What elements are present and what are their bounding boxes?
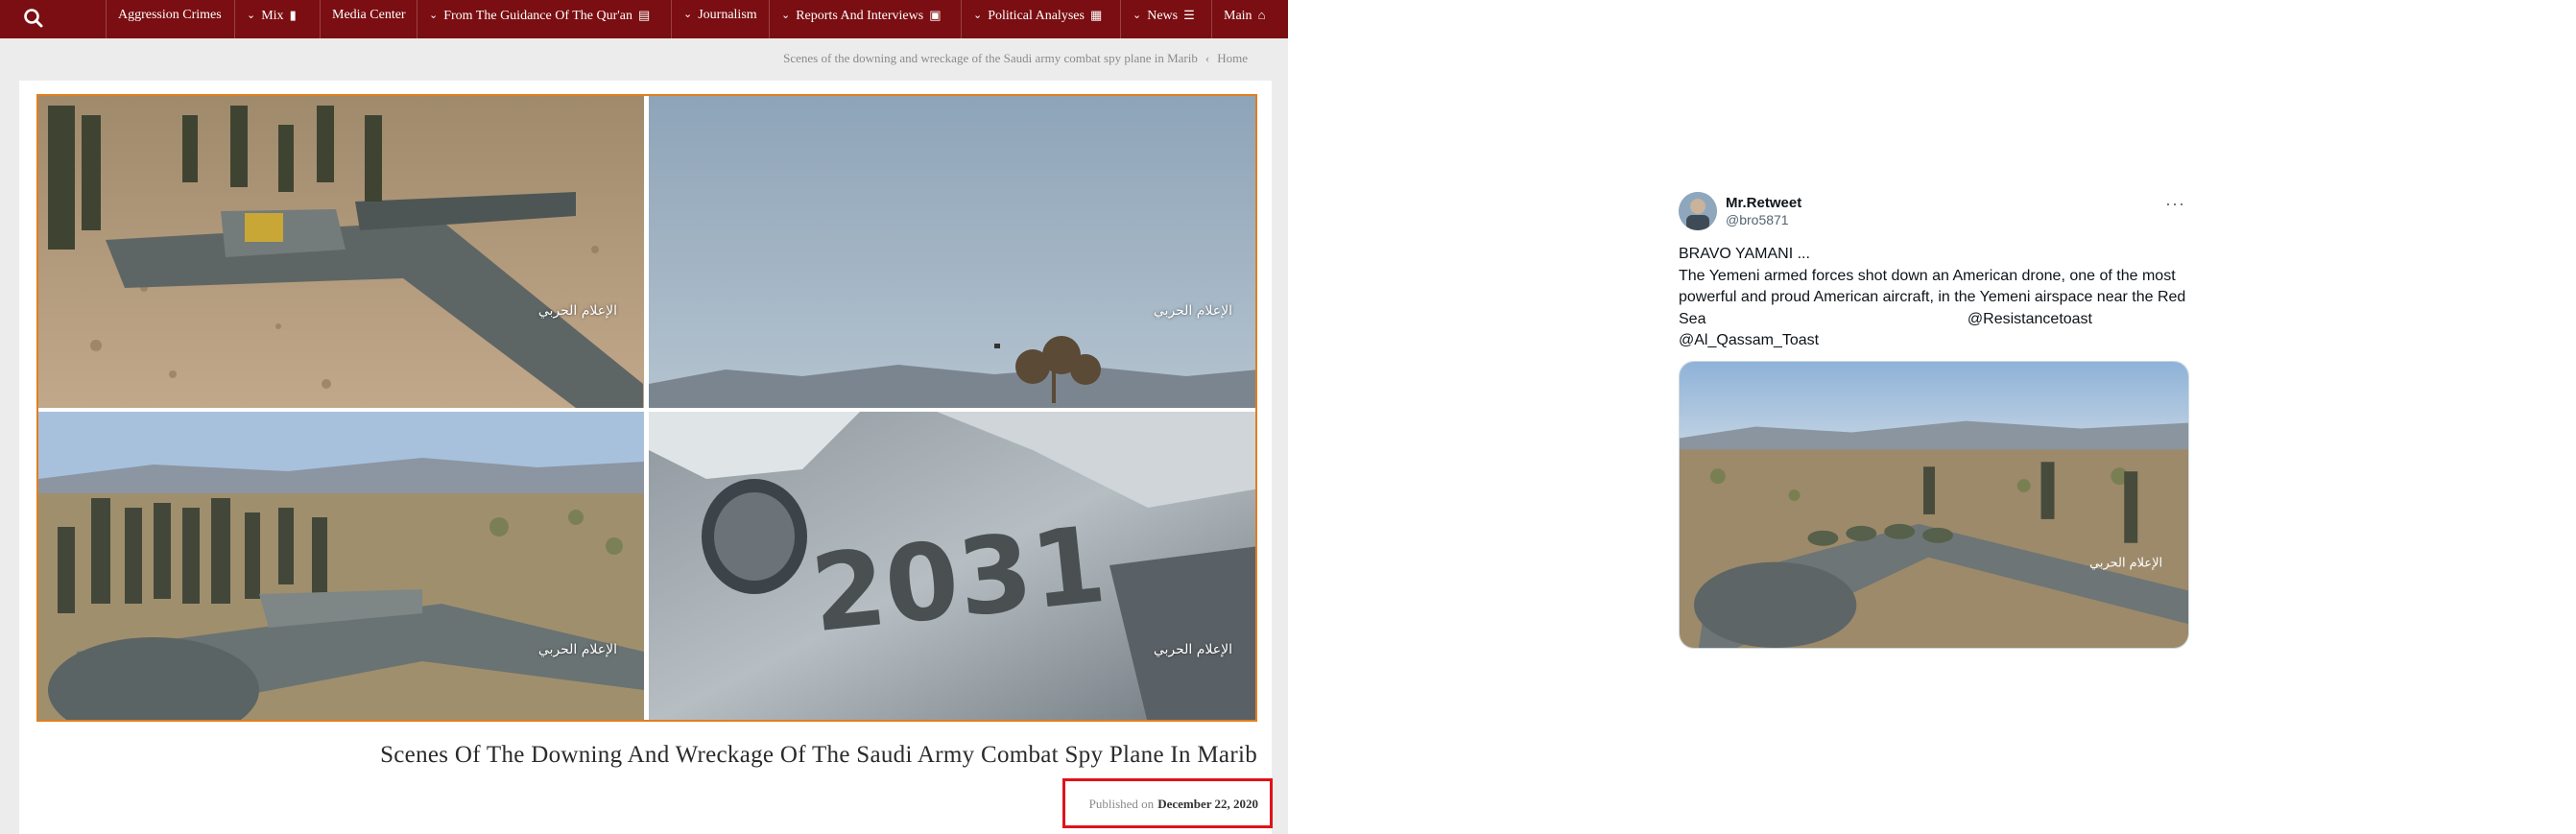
photo-watermark: الإعلام الحربي [537,303,617,319]
breadcrumb-separator: ‹ [1205,51,1210,65]
tweet-text-line: The Yemeni armed forces shot down an Ame… [1679,266,2189,331]
nav-item-reports-interviews[interactable]: ⌄ Reports And Interviews ▣ [769,0,953,38]
photo-wreckage-desert: الإعلام الحربي [38,96,644,408]
nav-item-journalism[interactable]: ⌄ Journalism [671,0,769,38]
photo-watermark: الإعلام الحربي [1153,642,1232,657]
tweet-media-image[interactable]: الإعلام الحربي [1679,361,2189,649]
nav-item-news[interactable]: ⌄ News ☰ [1120,0,1206,38]
nav-item-political-analyses[interactable]: ⌄ Political Analyses ▦ [961,0,1113,38]
photo-fighters-celebrating: الإعلام الحربي [38,412,644,720]
list-icon: ☰ [1183,8,1195,22]
chevron-down-icon: ⌄ [1133,10,1142,21]
breadcrumb-current: Scenes of the downing and wreckage of th… [783,51,1198,65]
mobile-icon: ▮ [289,8,297,22]
nav-item-label: From The Guidance Of The Qur'an [443,9,633,23]
chevron-down-icon: ⌄ [973,10,983,21]
tweet-text-line: BRAVO YAMANI ... [1679,246,1810,262]
nav-item-guidance-quran[interactable]: ⌄ From The Guidance Of The Qur'an ▤ [417,0,661,38]
tweet-card: Mr.Retweet @bro5871 ··· BRAVO YAMANI ...… [1679,190,2189,651]
breadcrumb-home-link[interactable]: Home [1217,51,1248,65]
published-date-highlight: Published on December 22, 2020 [1062,778,1273,828]
tweet-text-body: The Yemeni armed forces shot down an Ame… [1679,267,2186,327]
breadcrumb: Scenes of the downing and wreckage of th… [783,51,1248,66]
nav-item-label: Media Center [332,8,406,22]
book-icon: ▤ [638,8,651,22]
nav-item-media-center[interactable]: Media Center [320,0,417,38]
nav-item-label: Mix [261,9,284,23]
nav-item-mix[interactable]: ⌄ Mix ▮ [234,0,308,38]
more-icon[interactable]: ··· [2165,194,2185,214]
nav-item-label: Main [1224,9,1252,23]
tweet-media-watermark: الإعلام الحربي [2089,557,2162,571]
photo-watermark: الإعلام الحربي [537,642,617,657]
nav-item-label: Aggression Crimes [118,8,222,22]
photo-tail-number-closeup: 2031 الإعلام الحربي [649,412,1255,720]
nav-item-main[interactable]: Main ⌂ [1211,0,1276,38]
nav-item-aggression-crimes[interactable]: Aggression Crimes [106,0,233,38]
published-label: Published on [1088,797,1155,811]
home-icon: ⌂ [1257,8,1266,22]
nav-item-label: Political Analyses [988,9,1085,23]
tweet-mention[interactable]: @Resistancetoast [1968,311,2092,327]
avatar[interactable] [1679,192,1717,230]
chevron-down-icon: ⌄ [683,9,693,20]
tweet-handle[interactable]: @bro5871 [1726,212,1789,227]
published-date: December 22, 2020 [1157,797,1258,811]
news-site-panel: Aggression Crimes ⌄ Mix ▮ Media Center ⌄ Fr… [0,0,1288,834]
tweet-display-name[interactable]: Mr.Retweet [1726,195,1801,211]
nav-item-label: News [1147,9,1179,23]
photo-watermark: الإعلام الحربي [1153,303,1232,319]
article-image-collage[interactable]: الإعلام الحربي الإعلام الحربي الإعلام ال… [36,94,1257,722]
tweet-text: BRAVO YAMANI ... The Yemeni armed forces… [1679,244,2189,352]
photo-sky-drone: الإعلام الحربي [649,96,1255,408]
map-icon: ▦ [1089,8,1103,22]
chevron-down-icon: ⌄ [247,10,256,21]
top-navigation-bar: Aggression Crimes ⌄ Mix ▮ Media Center ⌄ Fr… [0,0,1288,38]
search-icon[interactable] [21,6,46,31]
nav-item-label: Reports And Interviews [796,9,924,23]
nav-item-label: Journalism [698,8,757,22]
chevron-down-icon: ⌄ [781,10,791,21]
article-title: Scenes Of The Downing And Wreckage Of Th… [380,742,1257,768]
card-icon: ▣ [929,8,942,22]
chevron-down-icon: ⌄ [429,10,439,21]
tweet-mention[interactable]: @Al_Qassam_Toast [1679,330,2189,352]
